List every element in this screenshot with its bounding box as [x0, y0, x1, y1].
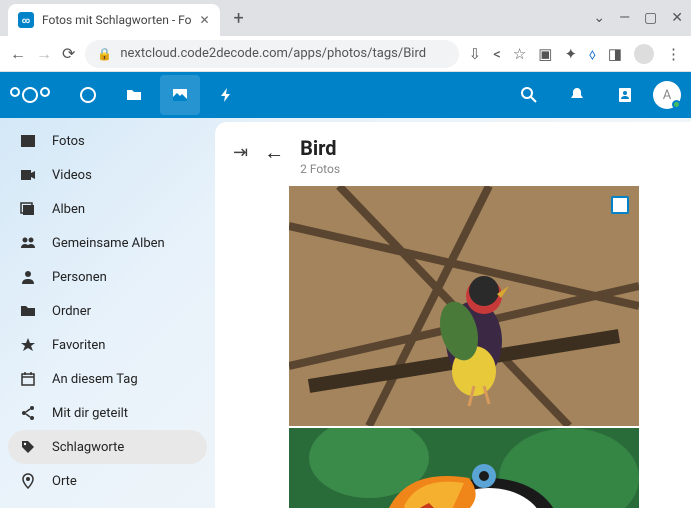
- calendar-icon: [20, 371, 38, 387]
- sidebar-item-label: Videos: [52, 168, 92, 183]
- back-arrow-icon[interactable]: ←: [264, 140, 284, 165]
- person-icon: [20, 269, 38, 285]
- share-icon: [20, 405, 38, 421]
- sidebar-item-label: Mit dir geteilt: [52, 406, 128, 421]
- location-icon: [20, 473, 38, 489]
- reload-button[interactable]: ⟳: [62, 44, 75, 63]
- panel-icon[interactable]: ◨: [608, 45, 622, 63]
- view-toggle-icon[interactable]: ⇥: [233, 142, 248, 163]
- tab-favicon-icon: ∞: [18, 12, 34, 28]
- tag-icon: [20, 439, 38, 455]
- forward-button[interactable]: →: [36, 44, 52, 64]
- close-icon[interactable]: ✕: [671, 10, 683, 26]
- sidebar-item-share[interactable]: Mit dir geteilt: [8, 396, 207, 430]
- user-avatar[interactable]: A: [653, 81, 681, 109]
- sidebar-item-map[interactable]: Karte: [8, 498, 207, 508]
- browser-tab-strip: ∞ Fotos mit Schlagworten - Fo ✕ + ⌄ — ▢ …: [0, 0, 691, 36]
- sidebar-item-label: Orte: [52, 474, 77, 489]
- sidebar-item-label: An diesem Tag: [52, 372, 138, 387]
- album-icon: [20, 201, 38, 217]
- maximize-icon[interactable]: ▢: [644, 10, 657, 26]
- status-dot-icon: [672, 100, 681, 109]
- extensions-icon[interactable]: ▣: [538, 45, 552, 63]
- url-text: nextcloud.code2decode.com/apps/photos/ta…: [120, 46, 426, 61]
- address-bar[interactable]: 🔒 nextcloud.code2decode.com/apps/photos/…: [85, 40, 458, 68]
- folder-icon: [20, 303, 38, 319]
- page-title: Bird: [300, 136, 340, 160]
- main-content: ⇥ ← Bird 2 Fotos: [215, 122, 691, 508]
- notifications-icon[interactable]: [557, 75, 597, 115]
- activity-app-icon[interactable]: [206, 75, 246, 115]
- profile-icon[interactable]: [634, 44, 654, 64]
- minimize-icon[interactable]: —: [619, 10, 630, 26]
- bookmark-icon[interactable]: ☆: [513, 45, 526, 63]
- sidebar-item-label: Favoriten: [52, 338, 105, 353]
- sidebar: Fotos Videos Alben Gemeinsame Alben Personen…: [0, 118, 215, 508]
- share-icon[interactable]: <: [493, 45, 501, 63]
- sidebar-item-label: Fotos: [52, 134, 85, 149]
- photos-app-icon[interactable]: [160, 75, 200, 115]
- search-icon[interactable]: [509, 75, 549, 115]
- photo-item[interactable]: [289, 428, 639, 508]
- install-icon[interactable]: ⇩: [469, 45, 482, 63]
- tab-title: Fotos mit Schlagworten - Fo: [42, 13, 191, 27]
- files-app-icon[interactable]: [114, 75, 154, 115]
- window-controls: ⌄ — ▢ ✕: [593, 10, 683, 26]
- chrome-actions: ⇩ < ☆ ▣ ✦ ⬨ ◨ ⋮: [469, 44, 681, 64]
- content-header: ⇥ ← Bird 2 Fotos: [233, 136, 673, 176]
- sidebar-item-label: Personen: [52, 270, 107, 285]
- sidebar-item-video[interactable]: Videos: [8, 158, 207, 192]
- tab-close-icon[interactable]: ✕: [199, 13, 209, 27]
- sidebar-item-label: Ordner: [52, 304, 91, 319]
- photo-checkbox[interactable]: [611, 196, 629, 214]
- app-body: Fotos Videos Alben Gemeinsame Alben Personen…: [0, 118, 691, 508]
- sidebar-item-location[interactable]: Orte: [8, 464, 207, 498]
- sidebar-item-tag[interactable]: Schlagworte: [8, 430, 207, 464]
- lock-icon: 🔒: [97, 47, 112, 61]
- sidebar-item-label: Gemeinsame Alben: [52, 236, 165, 251]
- video-icon: [20, 167, 38, 183]
- photo-item[interactable]: [289, 186, 639, 426]
- page-subtitle: 2 Fotos: [300, 162, 340, 176]
- chevron-down-icon[interactable]: ⌄: [593, 10, 605, 26]
- photo-grid: [289, 186, 673, 508]
- browser-nav-bar: ← → ⟳ 🔒 nextcloud.code2decode.com/apps/p…: [0, 36, 691, 72]
- image-icon: [20, 133, 38, 149]
- group-icon: [20, 235, 38, 251]
- sidebar-item-person[interactable]: Personen: [8, 260, 207, 294]
- browser-tab[interactable]: ∞ Fotos mit Schlagworten - Fo ✕: [8, 4, 220, 36]
- sidebar-item-group[interactable]: Gemeinsame Alben: [8, 226, 207, 260]
- ext2-icon[interactable]: ⬨: [589, 45, 596, 63]
- sidebar-item-image[interactable]: Fotos: [8, 124, 207, 158]
- sidebar-item-label: Alben: [52, 202, 85, 217]
- new-tab-button[interactable]: +: [224, 8, 254, 29]
- sidebar-item-star[interactable]: Favoriten: [8, 328, 207, 362]
- avatar-letter: A: [663, 88, 671, 103]
- nextcloud-logo-icon[interactable]: [10, 87, 50, 103]
- sidebar-item-calendar[interactable]: An diesem Tag: [8, 362, 207, 396]
- sidebar-item-label: Schlagworte: [52, 440, 124, 455]
- dashboard-app-icon[interactable]: [68, 75, 108, 115]
- sidebar-item-album[interactable]: Alben: [8, 192, 207, 226]
- sidebar-item-folder[interactable]: Ordner: [8, 294, 207, 328]
- nextcloud-header: A: [0, 72, 691, 118]
- star-icon: [20, 337, 38, 353]
- puzzle-icon[interactable]: ✦: [564, 45, 577, 63]
- title-block: Bird 2 Fotos: [300, 136, 340, 176]
- menu-icon[interactable]: ⋮: [666, 45, 681, 63]
- contacts-icon[interactable]: [605, 75, 645, 115]
- back-button[interactable]: ←: [10, 44, 26, 64]
